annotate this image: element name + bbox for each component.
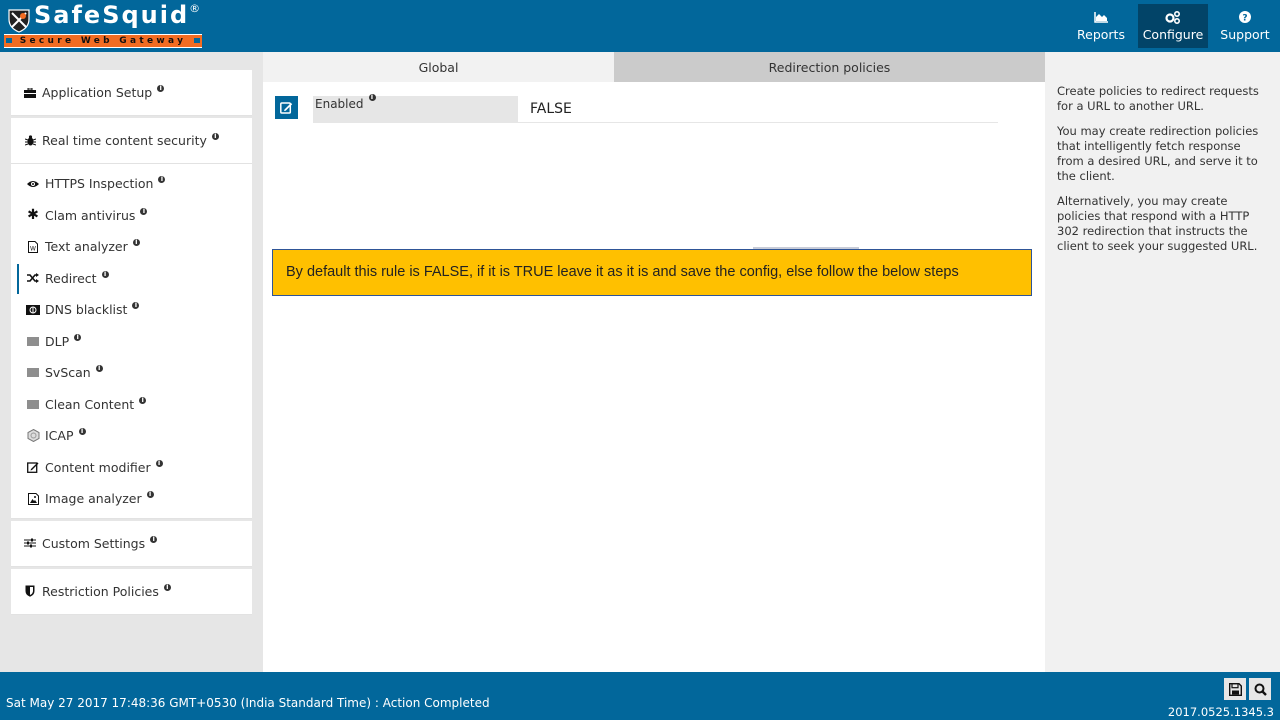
info-icon[interactable]: i — [95, 365, 103, 373]
briefcase-icon — [23, 87, 37, 98]
svg-text:W: W — [30, 245, 36, 252]
enabled-label: Enabled i — [313, 94, 518, 122]
sidebar-section-application-setup: Application Setup i — [11, 70, 252, 116]
barcode-icon — [26, 336, 40, 346]
info-icon[interactable]: i — [163, 583, 171, 591]
info-icon[interactable]: i — [74, 333, 82, 341]
sidebar-item-real-time-content-security[interactable]: Real time content security i — [11, 118, 252, 164]
setting-row-enabled: Enabled i FALSE — [275, 94, 999, 124]
info-icon[interactable]: i — [368, 94, 376, 101]
random-icon — [26, 273, 40, 284]
sidebar-item-clean-content[interactable]: Clean Content i — [11, 389, 252, 421]
help-panel: Create policies to redirect requests for… — [1045, 52, 1280, 672]
shield-logo-icon — [8, 9, 30, 33]
edit-icon — [26, 461, 40, 474]
sidebar-item-redirect[interactable]: Redirect i — [11, 263, 252, 295]
instruction-callout: By default this rule is FALSE, if it is … — [272, 249, 1032, 296]
sidebar-item-restriction-policies[interactable]: Restriction Policies i — [11, 569, 252, 615]
sidebar-item-image-analyzer[interactable]: Image analyzer i — [11, 483, 252, 515]
info-icon[interactable]: i — [78, 428, 86, 436]
brand-tagline: Secure Web Gateway — [19, 36, 187, 46]
info-icon[interactable]: i — [211, 133, 219, 140]
sidebar-submenu: HTTPS Inspection i ✱ Clam antivirus i W Te… — [11, 164, 252, 519]
image-file-icon — [26, 492, 40, 505]
barcode-icon — [26, 368, 40, 378]
top-nav: Reports Configure ? Support — [1064, 4, 1280, 48]
word-file-icon: W — [26, 240, 40, 253]
eye-icon — [26, 180, 40, 188]
row-divider — [313, 122, 998, 123]
sidebar-item-https-inspection[interactable]: HTTPS Inspection i — [11, 168, 252, 200]
info-icon[interactable]: i — [150, 535, 158, 543]
info-icon[interactable]: i — [132, 239, 140, 247]
search-button[interactable] — [1249, 678, 1271, 700]
sidebar-section-restriction-policies: Restriction Policies i — [11, 568, 252, 615]
info-icon[interactable]: i — [132, 302, 140, 310]
info-icon[interactable]: i — [158, 176, 166, 184]
info-icon[interactable]: i — [140, 207, 148, 215]
sidebar-item-application-setup[interactable]: Application Setup i — [11, 70, 252, 116]
asterisk-icon: ✱ — [27, 207, 39, 224]
info-icon[interactable]: i — [157, 85, 165, 92]
enabled-value: FALSE — [530, 101, 572, 117]
hexagon-icon — [26, 429, 40, 443]
cogs-icon — [1165, 7, 1181, 27]
safesquid-logo[interactable]: SafeSquid® Secure Web Gateway — [4, 1, 204, 49]
shield-icon — [23, 585, 37, 597]
dns-icon — [26, 304, 40, 315]
floppy-disk-icon — [1228, 682, 1242, 696]
barcode-icon — [26, 399, 40, 409]
status-message: Sat May 27 2017 17:48:36 GMT+0530 (India… — [6, 696, 490, 710]
nav-reports[interactable]: Reports — [1066, 4, 1136, 48]
help-paragraph: Alternatively, you may create policies t… — [1057, 194, 1258, 253]
sidebar-item-svscan[interactable]: SvScan i — [11, 357, 252, 389]
sidebar-item-dlp[interactable]: DLP i — [11, 326, 252, 358]
info-icon[interactable]: i — [155, 459, 163, 467]
help-paragraph: You may create redirection policies that… — [1057, 124, 1259, 183]
bug-icon — [23, 135, 37, 146]
brand-name: SafeSquid® — [34, 1, 203, 29]
area-chart-icon — [1094, 7, 1108, 27]
tab-redirection-policies[interactable]: Redirection policies — [614, 52, 1045, 82]
version-label: 2017.0525.1345.3 — [1167, 705, 1274, 719]
sidebar-section-real-time-content-security: Real time content security i HTTPS Inspec… — [11, 118, 252, 519]
sidebar-section-custom-settings: Custom Settings i — [11, 520, 252, 567]
svg-text:?: ? — [1242, 14, 1247, 24]
search-icon — [1254, 683, 1267, 696]
sliders-icon — [23, 538, 37, 548]
footer: Sat May 27 2017 17:48:36 GMT+0530 (India… — [0, 672, 1280, 720]
question-circle-icon: ? — [1239, 7, 1251, 27]
sidebar-item-dns-blacklist[interactable]: DNS blacklist i — [11, 294, 252, 326]
header: SafeSquid® Secure Web Gateway Reports Co… — [0, 0, 1280, 52]
brand-tagline-banner: Secure Web Gateway — [4, 34, 202, 48]
edit-icon — [280, 102, 293, 114]
help-paragraph: Create policies to redirect requests for… — [1057, 84, 1259, 113]
sidebar-item-content-modifier[interactable]: Content modifier i — [11, 452, 252, 484]
info-icon[interactable]: i — [101, 270, 109, 278]
nav-configure[interactable]: Configure — [1138, 4, 1208, 48]
footer-actions — [1221, 678, 1271, 700]
nav-support[interactable]: ? Support — [1210, 4, 1280, 48]
main-panel: Global Redirection policies Enabled i FAL… — [263, 52, 1045, 672]
sidebar: Application Setup i Real time content sec… — [11, 70, 252, 617]
sidebar-item-clam-antivirus[interactable]: ✱ Clam antivirus i — [11, 200, 252, 232]
info-icon[interactable]: i — [146, 491, 154, 499]
tab-bar: Global Redirection policies — [263, 52, 1045, 82]
save-config-button[interactable] — [1224, 678, 1246, 700]
info-icon[interactable]: i — [139, 396, 147, 404]
sidebar-item-icap[interactable]: ICAP i — [11, 420, 252, 452]
sidebar-item-custom-settings[interactable]: Custom Settings i — [11, 521, 252, 567]
edit-button[interactable] — [275, 96, 298, 119]
tab-global[interactable]: Global — [263, 52, 614, 82]
sidebar-item-text-analyzer[interactable]: W Text analyzer i — [11, 231, 252, 263]
